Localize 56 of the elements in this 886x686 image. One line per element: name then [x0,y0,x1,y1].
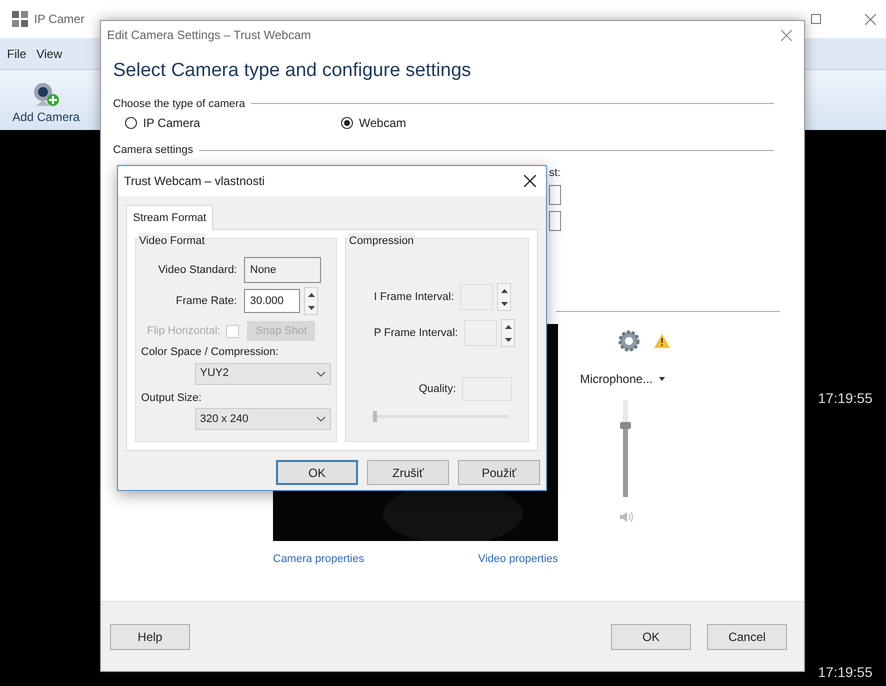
dialog-title: Trust Webcam – vlastnosti [124,173,265,190]
dialog-button[interactable]: Cancel [707,624,787,650]
field-label: Quality: [418,382,457,397]
maximize-icon[interactable] [811,14,821,24]
timestamp: 17:19:55 [818,389,872,408]
timestamp: 17:19:55 [818,663,872,682]
p-frame-spinner[interactable] [501,319,515,347]
chevron-down-icon [316,416,326,422]
menu-item[interactable]: File [7,44,26,62]
help-button[interactable]: Help [110,624,190,650]
webcam-add-icon [32,82,60,108]
group-label: Camera settings [113,143,194,158]
field-label: st: [549,166,562,180]
gear-icon[interactable] [618,330,640,352]
frame-rate-field[interactable]: 30.000 [244,289,300,313]
output-size-dropdown[interactable]: 320 x 240 [195,408,331,430]
radio-button[interactable] [341,117,353,129]
toolbar-button[interactable]: Add Camera [0,82,92,126]
video-standard-field: None [244,257,321,283]
video-properties-link[interactable]: Video properties [478,550,558,567]
i-frame-spinner[interactable] [497,283,511,311]
radio-button[interactable] [125,117,137,129]
group-label: Choose the type of camera [113,96,246,112]
audio-device-dropdown[interactable]: Microphone... [580,370,665,388]
dialog-button[interactable]: Použiť [458,460,540,485]
caret-icon [658,376,665,380]
camera-properties-link[interactable]: Camera properties [273,550,364,567]
color-space-dropdown[interactable]: YUY2 [195,362,331,384]
warning-icon [654,334,670,348]
app-grid-icon [12,11,28,27]
volume-slider-thumb[interactable] [620,422,631,429]
field-label: Flip Horizontal: [146,324,222,339]
group-title: Compression [348,233,415,250]
dialog-heading: Select Camera type and configure settings [113,59,472,83]
dropdown-field[interactable] [549,185,561,205]
window-title: IP Camer [34,11,84,28]
radio-option[interactable]: IP Camera [125,114,341,132]
dialog-button[interactable]: OK [276,460,358,485]
dialog-button[interactable]: Zrušiť [367,460,449,485]
chevron-down-icon [316,370,326,376]
frame-rate-spinner[interactable] [304,287,318,315]
radio-option[interactable]: Webcam [341,114,557,132]
dialog-title: Edit Camera Settings – Trust Webcam [107,27,311,44]
field-label: Video Standard: [157,262,238,278]
field-label: I Frame Interval: [372,290,455,305]
field-label: Frame Rate: [174,294,238,309]
dialog-button[interactable]: OK [611,624,691,650]
menu-item[interactable]: View [36,44,62,62]
text-field[interactable] [549,211,561,231]
field-label: Output Size: [141,390,203,406]
close-icon[interactable] [524,175,536,187]
field-label: P Frame Interval: [372,326,459,341]
field-label: Color Space / Compression: [141,345,280,360]
tab[interactable]: Stream Format [126,205,214,230]
toolbar-label: Add Camera [12,109,80,126]
quality-slider-thumb[interactable] [373,411,377,422]
